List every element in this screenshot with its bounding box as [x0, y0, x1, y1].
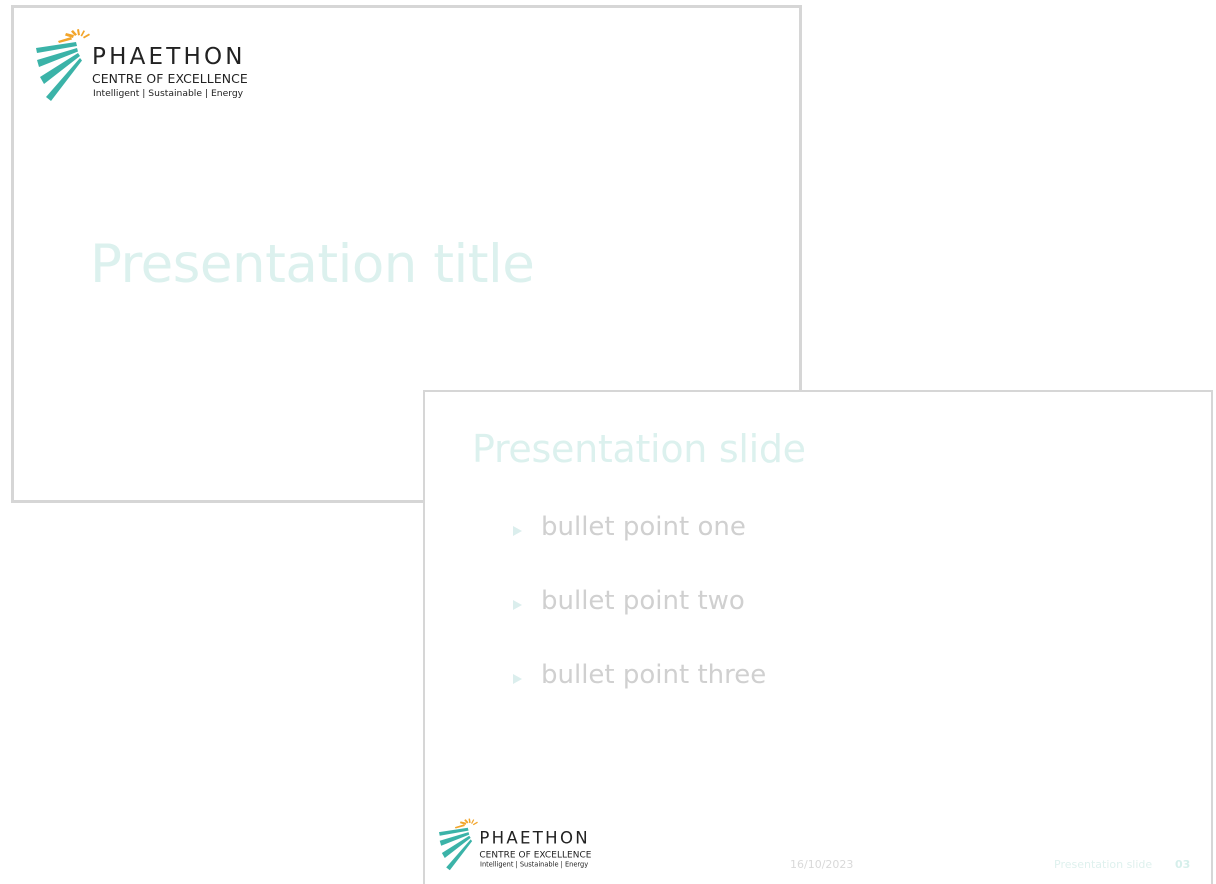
brand-tagline: Intelligent | Sustainable | Energy [93, 88, 244, 99]
content-slide[interactable]: Presentation slide bullet point one bull… [423, 390, 1213, 884]
footer-phaethon-logo: PHAETHON CENTRE OF EXCELLENCE Intelligen… [439, 817, 612, 871]
bullet-text: bullet point two [541, 586, 745, 616]
footer-date: 16/10/2023 [790, 858, 854, 871]
slide-heading[interactable]: Presentation slide [472, 430, 806, 468]
page-number: 03 [1175, 858, 1191, 871]
phaethon-logo: PHAETHON CENTRE OF EXCELLENCE Intelligen… [36, 27, 276, 101]
sunburst-logo-icon [439, 818, 478, 871]
triangle-bullet-icon [513, 674, 522, 684]
brand-tagline: Intelligent | Sustainable | Energy [480, 860, 589, 869]
triangle-bullet-icon [513, 600, 522, 610]
brand-subtitle: CENTRE OF EXCELLENCE [479, 848, 592, 860]
triangle-bullet-icon [513, 526, 522, 536]
bullet-text: bullet point three [541, 660, 767, 690]
brand-subtitle: CENTRE OF EXCELLENCE [92, 71, 248, 86]
footer-label: Presentation slide [1054, 858, 1153, 871]
presentation-title[interactable]: Presentation title [90, 238, 535, 291]
brand-name: PHAETHON [92, 44, 246, 70]
sunburst-logo-icon [36, 29, 90, 101]
brand-name: PHAETHON [479, 829, 590, 848]
slides-canvas: PHAETHON CENTRE OF EXCELLENCE Intelligen… [0, 0, 1216, 884]
bullet-text: bullet point one [541, 512, 746, 542]
